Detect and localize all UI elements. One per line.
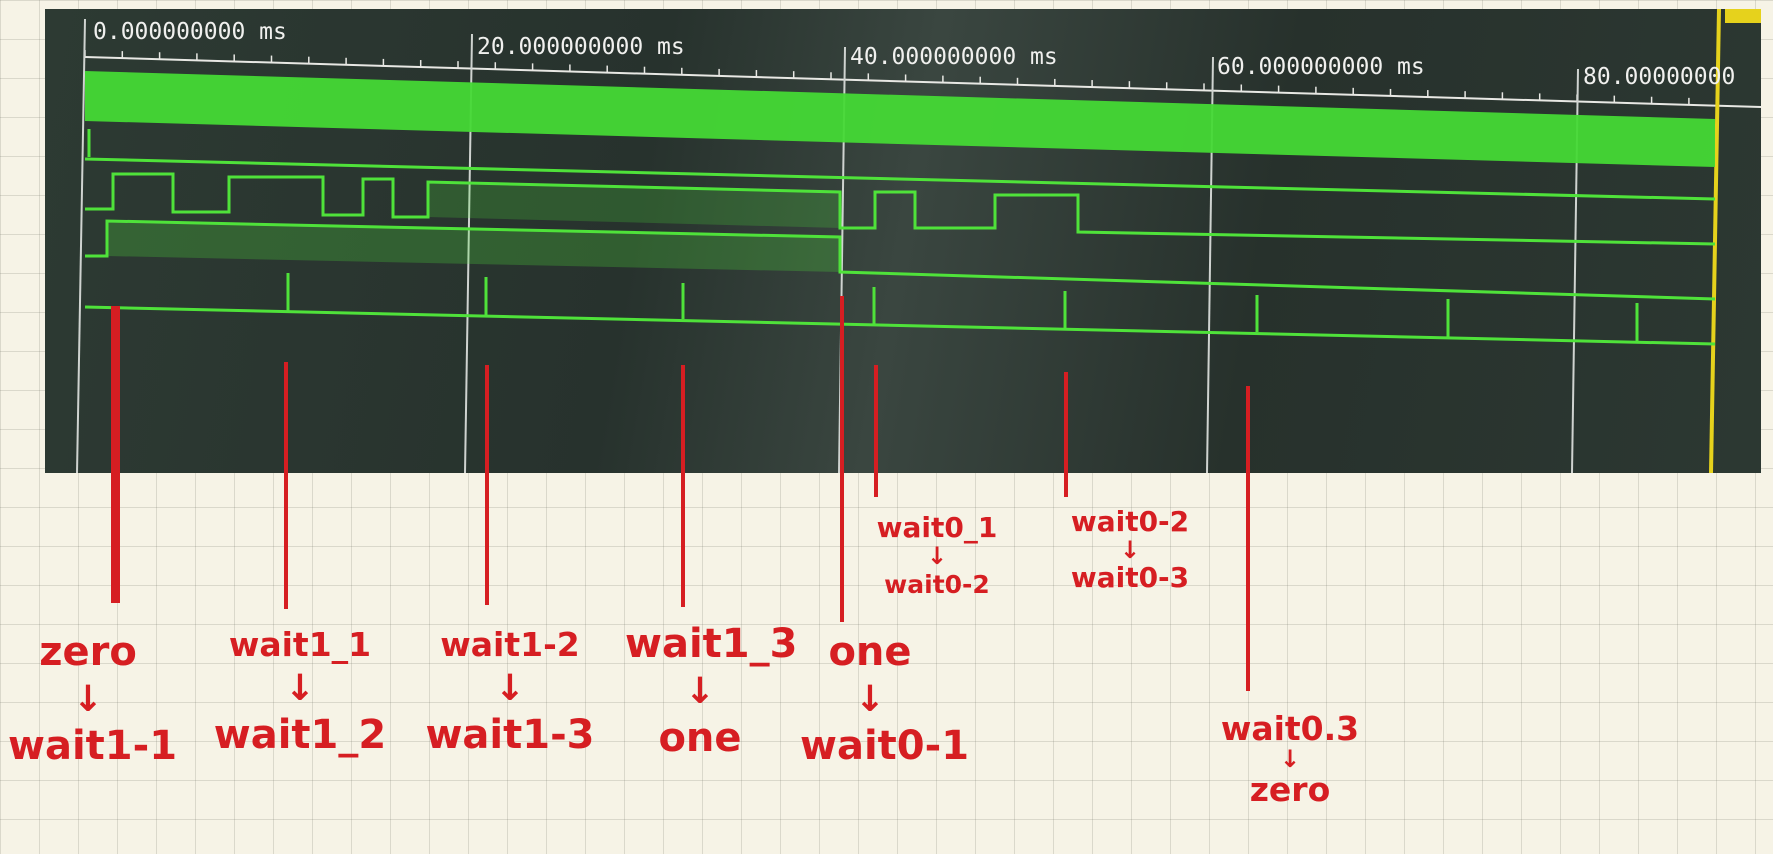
waveform-svg: 0.000000000 ms 20.000000000 ms 40.000000…	[76, 9, 1761, 473]
state-from-label: wait1_3	[625, 621, 798, 667]
state-from-label: wait1_1	[228, 625, 372, 664]
transition-arrow-icon: ↓	[684, 671, 716, 712]
transition-wait0-2-to-wait0-3: wait0-2 ↓ wait0-3	[1055, 508, 1205, 592]
tick-label-0: 0.000000000 ms	[93, 19, 287, 45]
state-to-label: one	[658, 715, 742, 761]
waveform-screenshot: 0.000000000 ms 20.000000000 ms 40.000000…	[45, 9, 1761, 473]
state-from-label: zero	[39, 629, 137, 675]
transition-arrow-icon: ↓	[72, 679, 104, 720]
state-change-spikes	[286, 273, 1639, 341]
transition-wait1-2-to-wait1-3: wait1-2 ↓ wait1-3	[425, 628, 595, 755]
input-high-fill	[428, 182, 840, 228]
transition-wait1-3-to-one: wait1_3 ↓ one	[625, 624, 797, 761]
tick-label-60: 60.000000000 ms	[1217, 54, 1425, 80]
transition-wait0-1-to-wait0-2: wait0_1 ↓ wait0-2	[862, 514, 1012, 598]
handwritten-notebook-page: 0.000000000 ms 20.000000000 ms 40.000000…	[0, 0, 1773, 854]
transition-arrow-icon: ↓	[854, 679, 886, 720]
state-from-label: wait0_1	[876, 511, 998, 544]
transition-arrow-icon: ↓	[1119, 536, 1141, 564]
clock-signal-band	[85, 71, 1715, 167]
transition-arrow-icon: ↓	[284, 668, 316, 709]
state-from-label: wait0.3	[1220, 709, 1360, 748]
tick-label-20: 20.000000000 ms	[477, 34, 685, 60]
gridline-0ms	[76, 18, 86, 473]
output-signal-trace	[84, 305, 1716, 346]
state-to-label: wait1-3	[425, 712, 595, 758]
state-from-label: one	[828, 629, 912, 675]
state-to-label: wait1-1	[8, 723, 178, 769]
tick-label-40: 40.000000000 ms	[850, 44, 1058, 70]
state-to-label: wait0-1	[800, 723, 970, 769]
state-to-label: wait0-3	[1070, 561, 1190, 594]
marker-line-wait0-2	[1064, 372, 1068, 497]
transition-one-to-wait0-1: one ↓ wait0-1	[800, 629, 969, 766]
transition-zero-to-wait1-1: zero ↓ wait1-1	[8, 629, 177, 766]
state-from-label: wait0-2	[1070, 505, 1190, 538]
marker-line-wait0-1	[874, 365, 878, 497]
marker-line-wait1-1	[284, 362, 288, 609]
marker-line-wait1-3	[681, 365, 685, 607]
state-to-label: zero	[1249, 770, 1331, 809]
state-from-label: wait1-2	[440, 625, 580, 664]
state-to-label: wait1_2	[213, 712, 387, 758]
transition-wait0-3-to-zero: wait0.3 ↓ zero	[1215, 712, 1365, 806]
marker-line-wait0-3	[1246, 386, 1250, 691]
state-to-label: wait0-2	[884, 570, 990, 599]
transition-wait1-1-to-wait1-2: wait1_1 ↓ wait1_2	[205, 628, 395, 755]
marker-line-wait1-2	[485, 365, 489, 605]
transition-arrow-icon: ↓	[1279, 745, 1301, 773]
transition-arrow-icon: ↓	[926, 542, 948, 570]
tick-label-80: 80.00000000	[1583, 64, 1735, 90]
marker-line-zero	[111, 306, 120, 603]
cursor-marker	[1725, 9, 1761, 23]
marker-line-one	[840, 296, 844, 622]
transition-arrow-icon: ↓	[494, 668, 526, 709]
